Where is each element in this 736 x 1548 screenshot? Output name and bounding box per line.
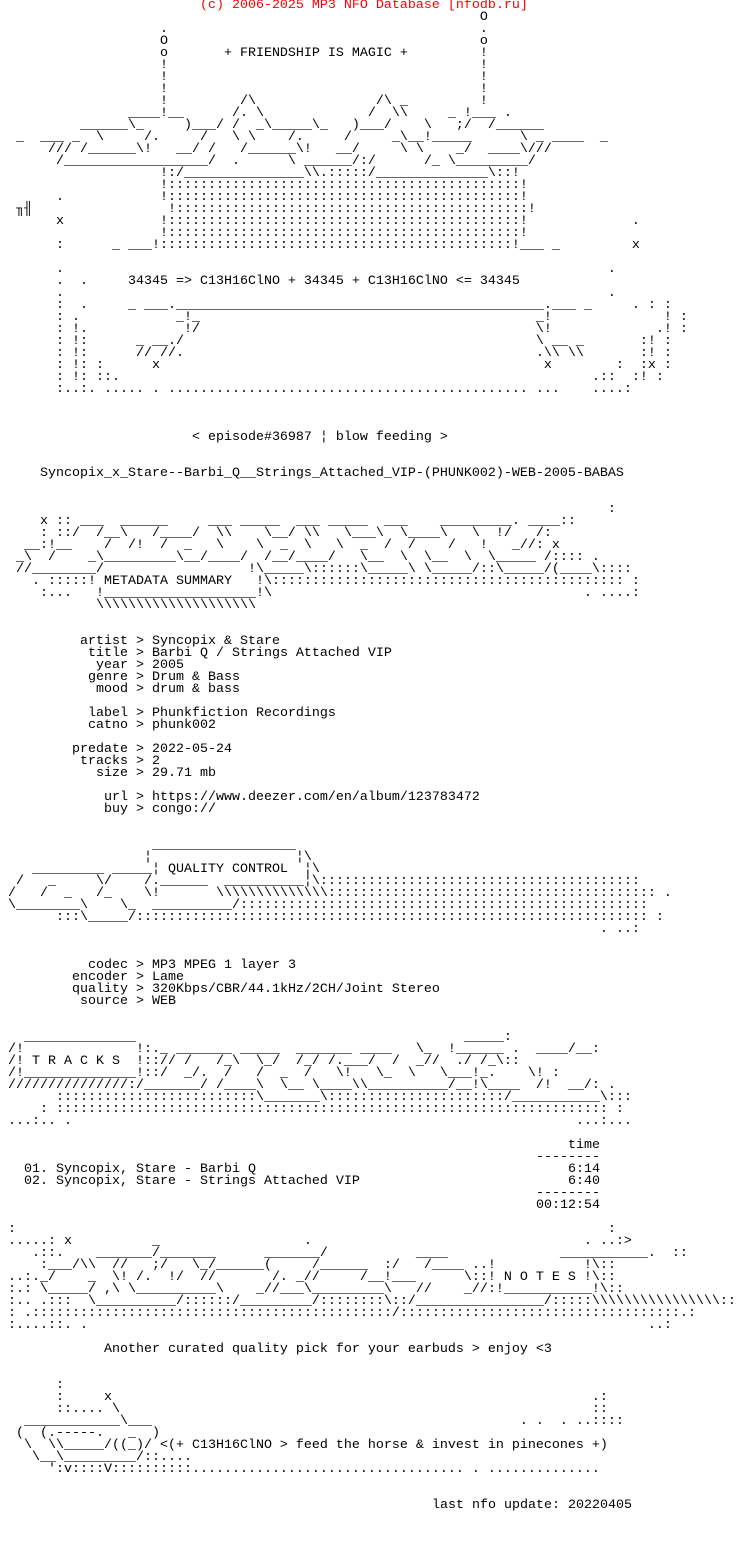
footer-art-line: ':v::::V::::::::::......................… <box>0 1462 600 1477</box>
quality-field-key: source > <box>0 994 152 1009</box>
notes-message: Another curated quality pick for your ea… <box>0 1342 552 1357</box>
quality-field-row: source > WEB <box>0 994 176 1009</box>
metadata-field-row: size > 29.71 mb <box>0 766 216 781</box>
release-name: Syncopix_x_Stare--Barbi_Q__Strings_Attac… <box>0 466 624 481</box>
quality-field-value: 320Kbps/CBR/44.1kHz/2CH/Joint Stereo <box>151 982 440 997</box>
metadata-field-value: phunk002 <box>151 718 216 733</box>
metadata-field-value: drum & bass <box>151 682 240 697</box>
metadata-field-value: congo:// <box>151 802 216 817</box>
tracks-art-line: ...:.. . ...:... <box>0 1114 632 1129</box>
quality-art-line: . ..: <box>0 922 640 937</box>
banner-art-line: :..:. ..... . ..........................… <box>0 382 632 397</box>
metadata-field-row: buy > congo:// <box>0 802 216 817</box>
metadata-field-value: 29.71 mb <box>151 766 216 781</box>
metadata-field-row: catno > phunk002 <box>0 718 216 733</box>
metadata-field-key: catno > <box>0 718 152 733</box>
metadata-field-row: mood > drum & bass <box>0 682 240 697</box>
metadata-field-value: 2022-05-24 <box>151 742 232 757</box>
quality-field-value: WEB <box>151 994 176 1009</box>
episode-line: < episode#36987 ¦ blow feeding > <box>0 430 448 445</box>
last-update-label: last nfo update: <box>432 1498 560 1513</box>
banner-art-line: : _ ___!::::::::::::::::::::::::::::::::… <box>0 238 640 253</box>
notes-art-line: :....::. . ..: <box>0 1318 672 1333</box>
metadata-art-line: \\\\\\\\\\\\\\\\\\\\ <box>0 598 256 613</box>
track-row: 02. Syncopix, Stare - Strings Attached V… <box>0 1174 360 1189</box>
metadata-field-key: buy > <box>0 802 152 817</box>
nfo-document: (c) 2006-2025 MP3 NFO Database [nfodb.ru… <box>0 0 736 1548</box>
metadata-field-value: Barbi Q / Strings Attached VIP <box>151 646 392 661</box>
total-time: 00:12:54 <box>536 1198 600 1213</box>
track-title: 02. Syncopix, Stare - Strings Attached V… <box>0 1174 360 1189</box>
last-update-value: 20220405 <box>567 1498 632 1513</box>
last-update: last nfo update: 20220405 <box>400 1488 632 1512</box>
metadata-field-key: mood > <box>0 682 152 697</box>
metadata-field-key: size > <box>0 766 152 781</box>
